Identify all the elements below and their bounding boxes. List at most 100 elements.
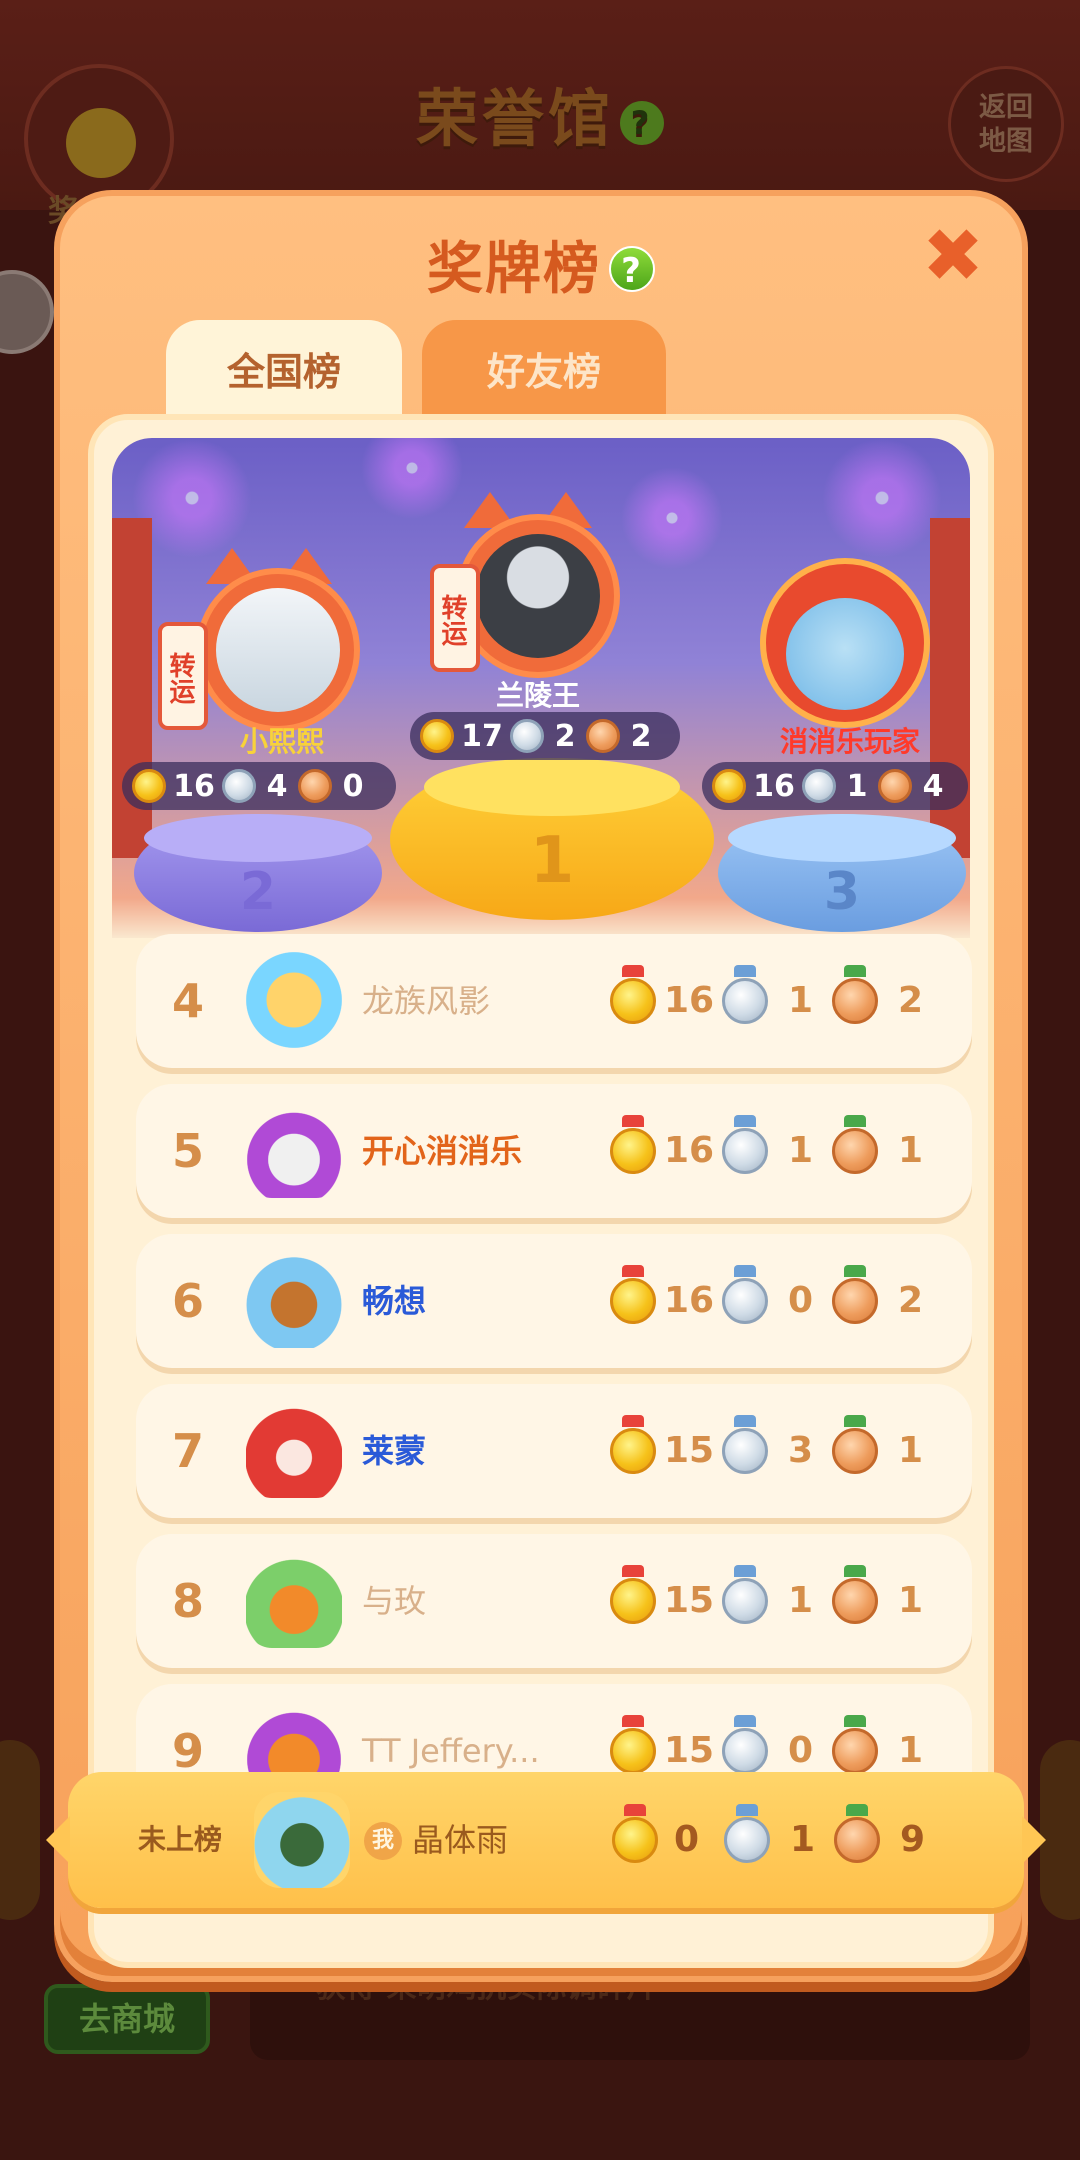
close-button[interactable]: ✖ (920, 219, 986, 293)
podium-medals-third: 16 1 4 (702, 762, 968, 810)
gold-count: 15 (664, 1580, 715, 1621)
bronze-count: 2 (630, 718, 652, 754)
avatar (246, 1552, 342, 1648)
row-rank: 4 (171, 974, 204, 1028)
pedestal-rank-label: 2 (239, 862, 277, 922)
silver-count: 1 (788, 980, 814, 1021)
background-help-icon: ? (620, 100, 664, 145)
row-name: 莱蒙 (362, 1432, 427, 1470)
dialog-title: 奖牌榜? (60, 224, 1022, 305)
bronze-count: 0 (342, 768, 364, 804)
bronze-medal-icon (832, 1715, 878, 1774)
bronze-medal-icon (832, 1265, 878, 1324)
gold-medal-icon (712, 769, 746, 803)
leaderboard-row[interactable]: 7 莱蒙 15 3 1 (136, 1384, 972, 1518)
silver-count: 4 (266, 768, 288, 804)
gold-count: 15 (664, 1430, 715, 1471)
gold-count: 16 (753, 768, 795, 804)
podium-name-first: 兰陵王 (495, 679, 580, 712)
gold-medal-icon (420, 719, 454, 753)
podium-medals-first: 17 2 2 (410, 712, 680, 760)
bronze-medal-icon (832, 1115, 878, 1174)
bronze-count: 2 (898, 980, 924, 1021)
help-icon[interactable]: ? (609, 246, 655, 292)
silver-medal-icon (722, 965, 768, 1024)
silver-medal-icon (510, 719, 544, 753)
avatar (246, 1402, 342, 1498)
medal-leaderboard-dialog: 奖牌榜? ✖ 全国榜 好友榜 2 1 3 转运 小熙熙 16 4 0 转运 兰陵… (46, 190, 1046, 1982)
tab-national[interactable]: 全国榜 (166, 320, 402, 424)
silver-count: 1 (846, 768, 868, 804)
me-badge: 我 (364, 1822, 402, 1860)
row-name: 畅想 (362, 1282, 427, 1320)
firework-decoration (612, 458, 732, 578)
leaderboard-row[interactable]: 4 龙族风影 16 1 2 (136, 934, 972, 1068)
gold-medal-icon (132, 769, 166, 803)
heart-icon (66, 108, 136, 178)
pedestal-rank-label: 1 (529, 824, 575, 898)
bronze-medal-icon (832, 1415, 878, 1474)
avatar-first[interactable] (456, 514, 620, 678)
leaderboard-row[interactable]: 6 畅想 16 0 2 (136, 1234, 972, 1368)
avatar (246, 1252, 342, 1348)
silver-medal-icon (222, 769, 256, 803)
avatar (246, 1102, 342, 1198)
row-rank: 5 (171, 1124, 204, 1178)
background-decoration-left (0, 1740, 40, 1920)
silver-medal-icon (724, 1804, 770, 1863)
bronze-count: 9 (900, 1819, 926, 1860)
bronze-medal-icon (586, 719, 620, 753)
podium-name-third: 消消乐玩家 (779, 725, 920, 758)
home-icon (0, 270, 54, 354)
silver-medal-icon (802, 769, 836, 803)
row-name: 与玫 (362, 1582, 427, 1620)
my-rank-label: 未上榜 (138, 1823, 223, 1856)
silver-medal-icon (722, 1565, 768, 1624)
silver-medal-icon (722, 1265, 768, 1324)
background-decoration-right (1040, 1740, 1080, 1920)
dialog-title-text: 奖牌榜 (427, 237, 601, 302)
gold-medal-icon (610, 1265, 656, 1324)
leaderboard-panel: 2 1 3 转运 小熙熙 16 4 0 转运 兰陵王 17 2 2 消消乐玩家 … (88, 414, 994, 1968)
avatar (254, 1792, 350, 1888)
gold-count: 16 (664, 980, 715, 1021)
row-name: 龙族风影 (362, 982, 491, 1020)
leaderboard-row[interactable]: 8 与玫 15 1 1 (136, 1534, 972, 1668)
silver-medal-icon (722, 1715, 768, 1774)
row-name: 开心消消乐 (362, 1132, 523, 1170)
pedestal-rank-label: 3 (823, 862, 861, 922)
row-rank: 8 (171, 1574, 204, 1628)
podium-stage: 2 1 3 转运 小熙熙 16 4 0 转运 兰陵王 17 2 2 消消乐玩家 … (112, 438, 970, 938)
lucky-tag: 转运 (430, 564, 480, 672)
my-rank-row[interactable]: 未上榜 我 晶体雨 0 1 9 (46, 1772, 1046, 1908)
silver-medal-icon (722, 1415, 768, 1474)
go-shop-button: 去商城 (44, 1984, 210, 2054)
bronze-medal-icon (298, 769, 332, 803)
gold-count: 16 (664, 1280, 715, 1321)
lucky-tag: 转运 (158, 622, 208, 730)
bronze-count: 1 (898, 1130, 924, 1171)
gold-medal-icon (612, 1804, 658, 1863)
gold-medal-icon (610, 1415, 656, 1474)
podium-name-second: 小熙熙 (239, 725, 324, 758)
gold-count: 17 (461, 718, 503, 754)
silver-count: 3 (788, 1430, 814, 1471)
silver-count: 0 (788, 1280, 814, 1321)
avatar-third[interactable] (760, 558, 930, 728)
bronze-count: 1 (898, 1430, 924, 1471)
pedestal-second: 2 (134, 814, 382, 932)
pedestal-first: 1 (390, 758, 714, 920)
my-name: 晶体雨 (412, 1821, 509, 1859)
silver-count: 1 (788, 1130, 814, 1171)
bronze-count: 4 (922, 768, 944, 804)
gold-medal-icon (610, 965, 656, 1024)
podium-medals-second: 16 4 0 (122, 762, 396, 810)
pedestal-third: 3 (718, 814, 966, 932)
row-rank: 6 (171, 1274, 204, 1328)
tab-friends[interactable]: 好友榜 (422, 320, 666, 424)
avatar-second[interactable] (196, 568, 360, 732)
leaderboard-row[interactable]: 5 开心消消乐 16 1 1 (136, 1084, 972, 1218)
bronze-medal-icon (878, 769, 912, 803)
silver-count: 1 (790, 1819, 816, 1860)
silver-count: 1 (788, 1580, 814, 1621)
